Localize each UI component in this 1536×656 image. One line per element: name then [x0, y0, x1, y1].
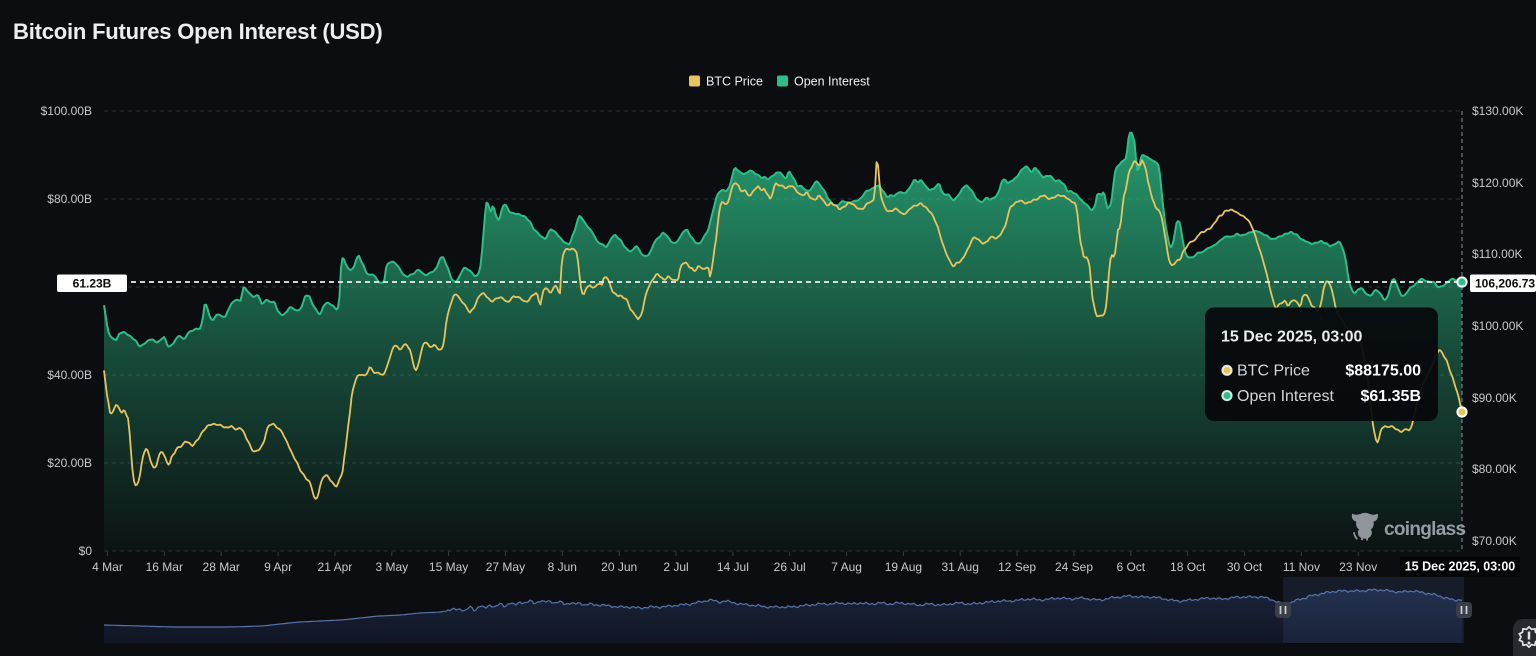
svg-text:$80.00B: $80.00B [47, 192, 92, 206]
svg-text:$100.00B: $100.00B [41, 104, 92, 118]
svg-text:$110.00K: $110.00K [1472, 247, 1523, 261]
svg-text:$40.00B: $40.00B [47, 368, 92, 382]
svg-text:BTC Price: BTC Price [1237, 363, 1310, 380]
svg-text:19 Aug: 19 Aug [885, 560, 922, 574]
svg-text:11 Nov: 11 Nov [1283, 560, 1320, 574]
svg-text:26 Jul: 26 Jul [774, 560, 806, 574]
svg-text:Open Interest: Open Interest [794, 75, 870, 89]
svg-text:9 Apr: 9 Apr [264, 560, 292, 574]
svg-text:$0: $0 [79, 544, 93, 558]
svg-text:2 Jul: 2 Jul [663, 560, 688, 574]
svg-text:$90.00K: $90.00K [1472, 391, 1517, 405]
svg-text:$88175.00: $88175.00 [1345, 363, 1421, 380]
svg-text:6 Oct: 6 Oct [1116, 560, 1145, 574]
svg-text:20 Jun: 20 Jun [601, 560, 637, 574]
svg-text:21 Apr: 21 Apr [318, 560, 353, 574]
svg-text:28 Mar: 28 Mar [203, 560, 240, 574]
svg-text:$120.00K: $120.00K [1472, 176, 1523, 190]
svg-text:coinglass: coinglass [1384, 519, 1465, 540]
svg-text:Open Interest: Open Interest [1237, 388, 1335, 405]
svg-text:7 Aug: 7 Aug [831, 560, 862, 574]
svg-text:61.23B: 61.23B [73, 277, 112, 291]
svg-text:12 Sep: 12 Sep [998, 560, 1036, 574]
svg-text:30 Oct: 30 Oct [1227, 560, 1263, 574]
svg-text:16 Mar: 16 Mar [146, 560, 183, 574]
svg-text:$20.00B: $20.00B [47, 456, 92, 470]
svg-text:15 May: 15 May [429, 560, 468, 574]
svg-text:31 Aug: 31 Aug [942, 560, 979, 574]
svg-text:14 Jul: 14 Jul [717, 560, 749, 574]
svg-text:$80.00K: $80.00K [1472, 462, 1517, 476]
svg-text:8 Jun: 8 Jun [548, 560, 577, 574]
svg-text:BTC Price: BTC Price [706, 75, 763, 89]
svg-text:$70.00K: $70.00K [1472, 534, 1517, 548]
svg-text:3 May: 3 May [375, 560, 408, 574]
svg-text:15 Dec 2025, 03:00: 15 Dec 2025, 03:00 [1221, 329, 1363, 346]
svg-text:$100.00K: $100.00K [1472, 319, 1523, 333]
svg-text:23 Nov: 23 Nov [1339, 560, 1377, 574]
svg-text:15 Dec 2025, 03:00: 15 Dec 2025, 03:00 [1405, 560, 1516, 574]
svg-text:Bitcoin Futures Open Interest: Bitcoin Futures Open Interest (USD) [13, 19, 382, 44]
svg-text:4 Mar: 4 Mar [92, 560, 123, 574]
svg-text:27 May: 27 May [486, 560, 525, 574]
svg-text:18 Oct: 18 Oct [1170, 560, 1206, 574]
svg-text:24 Sep: 24 Sep [1055, 560, 1093, 574]
svg-text:$130.00K: $130.00K [1472, 104, 1523, 118]
svg-text:106,206.73: 106,206.73 [1475, 277, 1535, 291]
svg-text:$61.35B: $61.35B [1361, 388, 1422, 405]
